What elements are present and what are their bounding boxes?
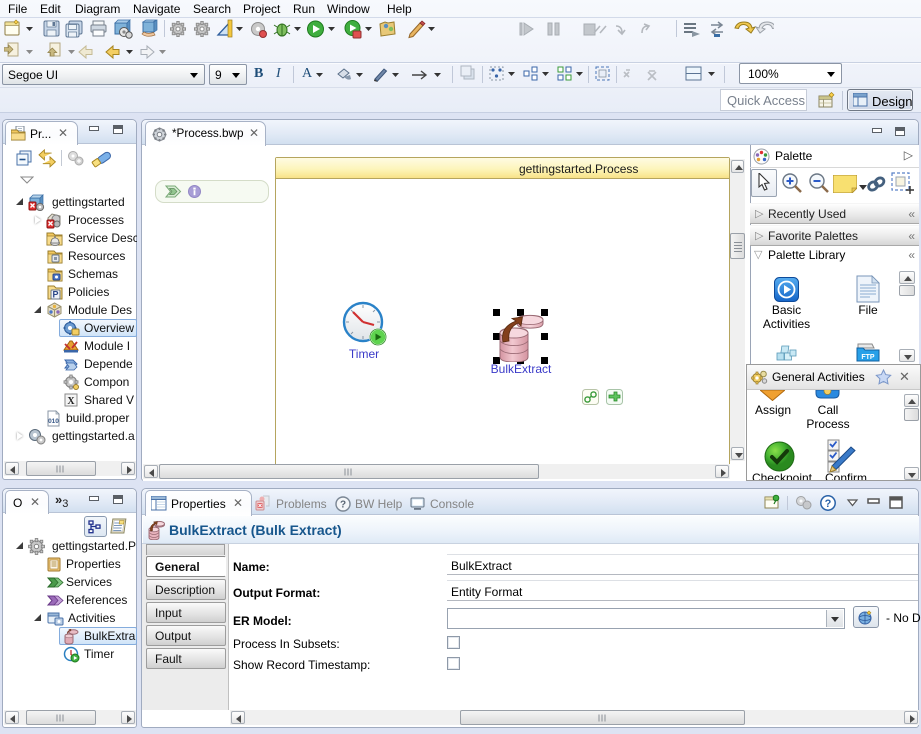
svg-text:P: P (52, 290, 58, 300)
svg-text:?: ? (825, 498, 832, 510)
svg-text:X: X (67, 396, 75, 407)
svg-text:010: 010 (48, 418, 59, 425)
svg-text:FTP: FTP (861, 354, 875, 361)
svg-text:?: ? (340, 500, 346, 511)
